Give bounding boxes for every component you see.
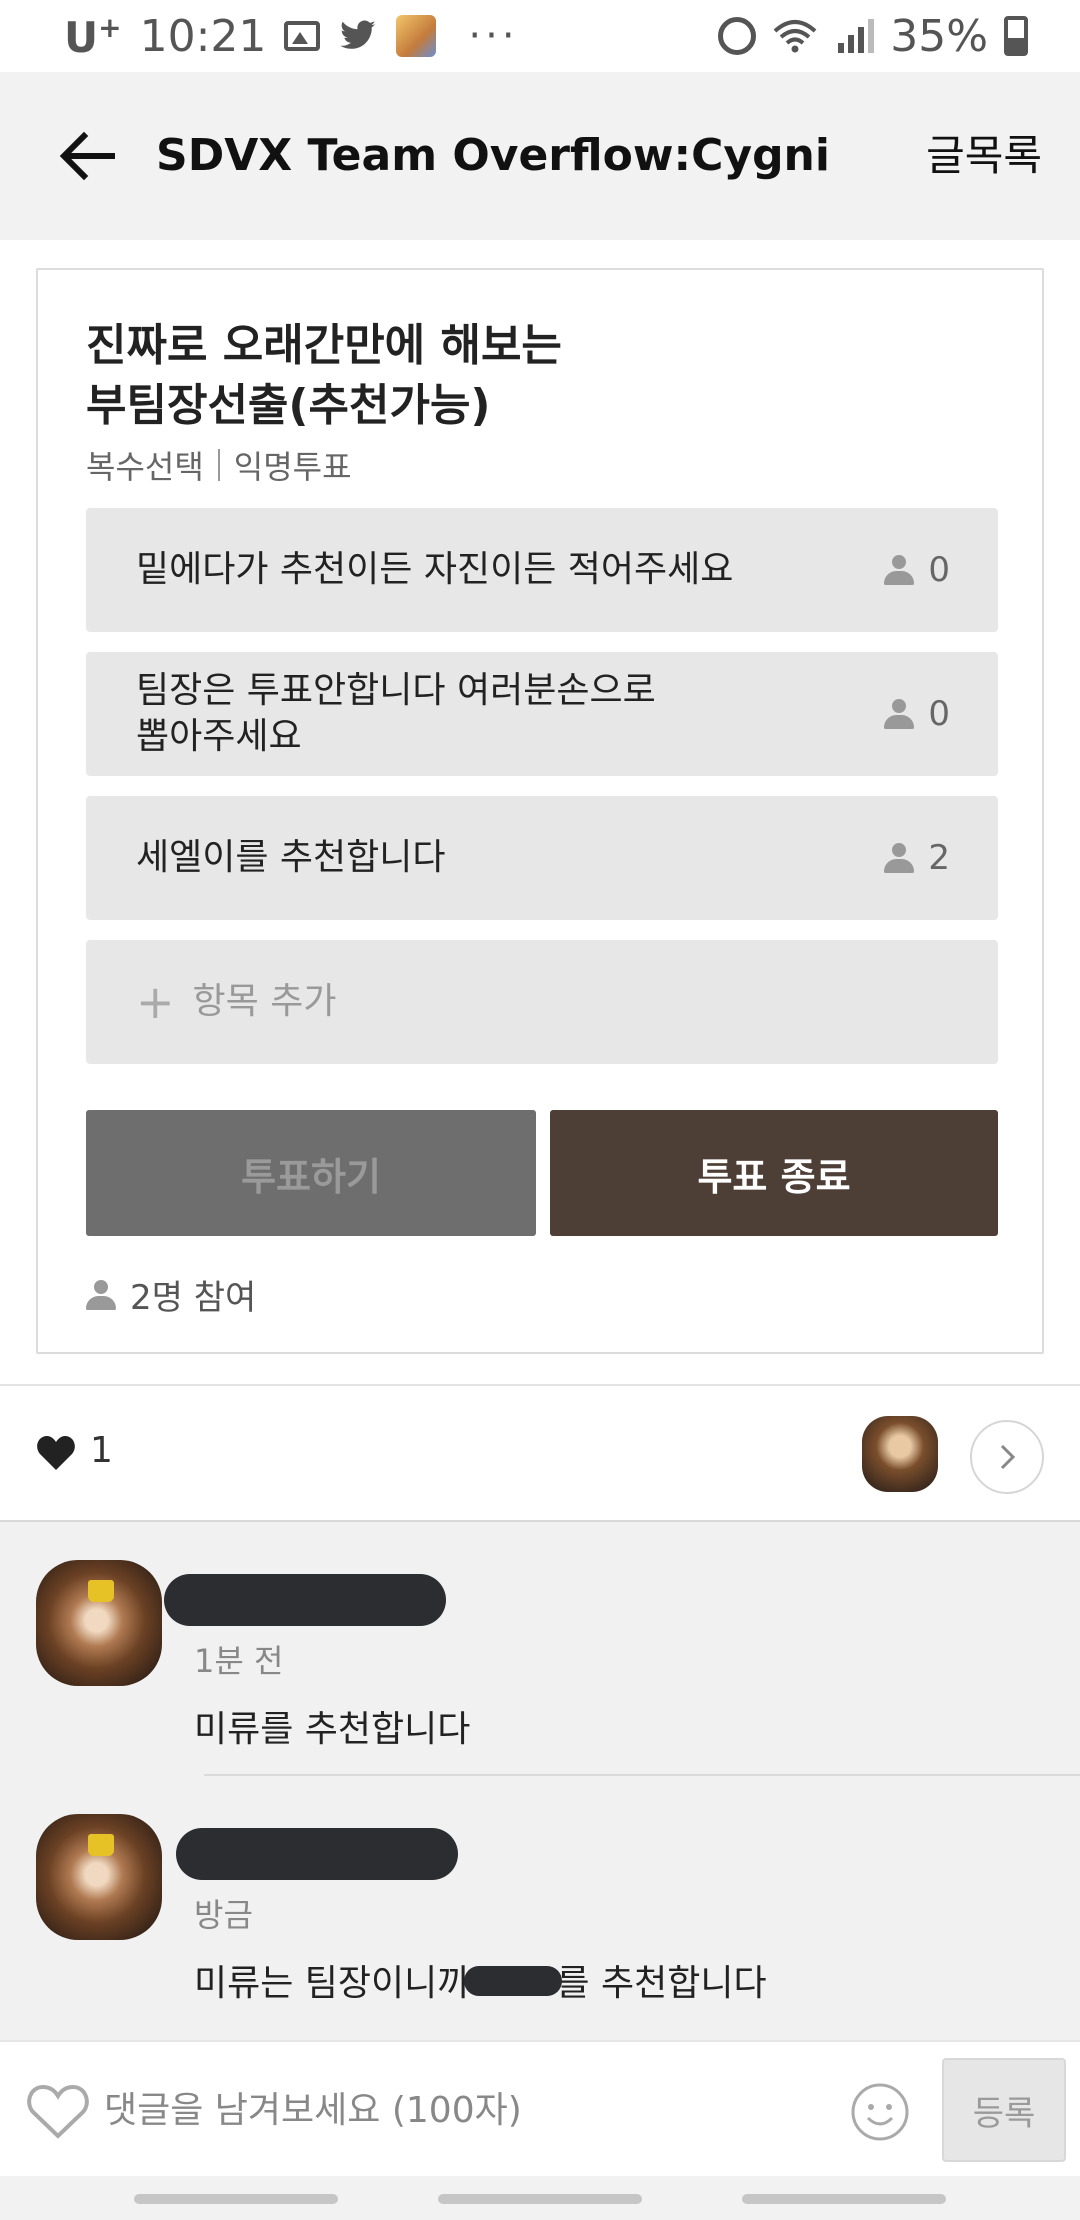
post-list-button[interactable]: 글목록 — [926, 124, 1042, 188]
poll-option-count: 0 — [884, 652, 950, 776]
poll-option-text: 밑에다가 추천이든 자진이든 적어주세요 — [136, 549, 734, 590]
comment-list: 1분 전 미류를 추천합니다 방금 미류는 팀장이니까 를 추천합니다 — [0, 1522, 1080, 2040]
poll-option-text-line: 팀장은 투표안합니다 여러분손으로 — [136, 670, 656, 711]
poll-option-count: 0 — [884, 508, 950, 632]
avatar[interactable] — [36, 1814, 162, 1940]
poll-meta: 복수선택 익명투표 — [86, 442, 352, 488]
vote-button[interactable]: 투표하기 — [86, 1110, 536, 1236]
comment-time: 1분 전 — [194, 1642, 284, 1680]
crown-icon — [88, 1580, 114, 1602]
signal-icon — [838, 19, 875, 53]
comment-divider — [204, 1774, 1080, 1776]
poll-card: 진짜로 오래간만에 해보는 부팀장선출(추천가능) 복수선택 익명투표 밑에다가… — [36, 268, 1044, 1354]
redacted-text — [464, 1966, 563, 1996]
carrier-label: U+ — [64, 10, 122, 62]
comment-time: 방금 — [194, 1896, 253, 1934]
wifi-icon — [773, 20, 817, 53]
comment-input[interactable] — [104, 2070, 824, 2150]
poll-option[interactable]: 밑에다가 추천이든 자진이든 적어주세요 0 — [86, 508, 998, 632]
vote-count: 0 — [928, 694, 950, 734]
participant-count: 2명 참여 — [86, 1270, 256, 1319]
like-count: 1 — [90, 1430, 113, 1471]
comment-body: 미류는 팀장이니까 를 추천합니다 — [194, 1954, 767, 2006]
battery-percent: 35% — [890, 10, 988, 62]
redacted-username — [164, 1574, 446, 1626]
comment-input-bar: 등록 — [0, 2040, 1080, 2176]
poll-option[interactable]: 세엘이를 추천합니다 2 — [86, 796, 998, 920]
more-notifications-icon: ··· — [468, 13, 519, 59]
system-nav-bar — [0, 2176, 1080, 2220]
poll-option-text-line: 뽑아주세요 — [136, 716, 302, 757]
poll-title: 진짜로 오래간만에 해보는 부팀장선출(추천가능) — [86, 316, 986, 436]
plus-icon: + — [136, 975, 175, 1029]
like-bar: 1 — [0, 1386, 1080, 1522]
emoji-icon[interactable] — [850, 2082, 910, 2142]
person-icon — [884, 555, 915, 585]
liker-avatar[interactable] — [862, 1416, 938, 1492]
status-bar: U+ 10:21 ··· 35% — [0, 0, 1080, 72]
poll-option-text: 세엘이를 추천합니다 — [136, 837, 446, 878]
vote-count: 2 — [928, 838, 950, 878]
poll-option[interactable]: 팀장은 투표안합니다 여러분손으로 뽑아주세요 0 — [86, 652, 998, 776]
person-icon — [86, 1279, 116, 1310]
avatar[interactable] — [36, 1560, 162, 1686]
comment-body-text: 를 추천합니다 — [556, 1963, 767, 2004]
poll-option-count: 2 — [884, 796, 950, 920]
multi-select-label: 복수선택 — [86, 448, 204, 486]
person-icon — [884, 699, 915, 729]
nav-home-button[interactable] — [438, 2194, 642, 2204]
comment-body-text: 미류는 팀장이니까 — [194, 1963, 471, 2004]
nav-recent-button[interactable] — [134, 2194, 338, 2204]
add-option-button[interactable]: + 항목 추가 — [86, 940, 998, 1064]
poll-title-line: 진짜로 오래간만에 해보는 — [86, 320, 562, 371]
page-title: SDVX Team Overflow:Cygni — [156, 130, 830, 181]
heart-outline-icon[interactable] — [24, 2080, 92, 2142]
twitter-bird-icon — [340, 20, 376, 49]
battery-icon — [1004, 16, 1028, 56]
chevron-right-icon — [1000, 1444, 1016, 1470]
submit-comment-button[interactable]: 등록 — [942, 2058, 1066, 2162]
heart-filled-icon[interactable] — [36, 1434, 76, 1472]
image-icon — [284, 21, 321, 51]
app-avatar-icon — [396, 15, 437, 57]
back-arrow-icon[interactable] — [52, 120, 124, 192]
person-icon — [884, 843, 915, 873]
crown-icon — [88, 1834, 114, 1856]
nav-back-button[interactable] — [742, 2194, 946, 2204]
likers-next-button[interactable] — [970, 1420, 1044, 1494]
comment-body: 미류를 추천합니다 — [194, 1709, 471, 1750]
status-time: 10:21 — [139, 10, 267, 62]
poll-option-text: 팀장은 투표안합니다 여러분손으로 뽑아주세요 — [136, 652, 836, 776]
add-option-label: 항목 추가 — [192, 981, 337, 1022]
meta-divider — [217, 449, 220, 481]
participant-count-label: 2명 참여 — [130, 1278, 257, 1318]
vote-count: 0 — [928, 550, 950, 590]
app-header: SDVX Team Overflow:Cygni 글목록 — [0, 72, 1080, 240]
end-poll-button[interactable]: 투표 종료 — [550, 1110, 998, 1236]
redacted-username — [176, 1828, 458, 1880]
poll-title-line: 부팀장선출(추천가능) — [86, 380, 491, 431]
alarm-icon — [718, 17, 757, 55]
anonymous-vote-label: 익명투표 — [233, 448, 352, 486]
